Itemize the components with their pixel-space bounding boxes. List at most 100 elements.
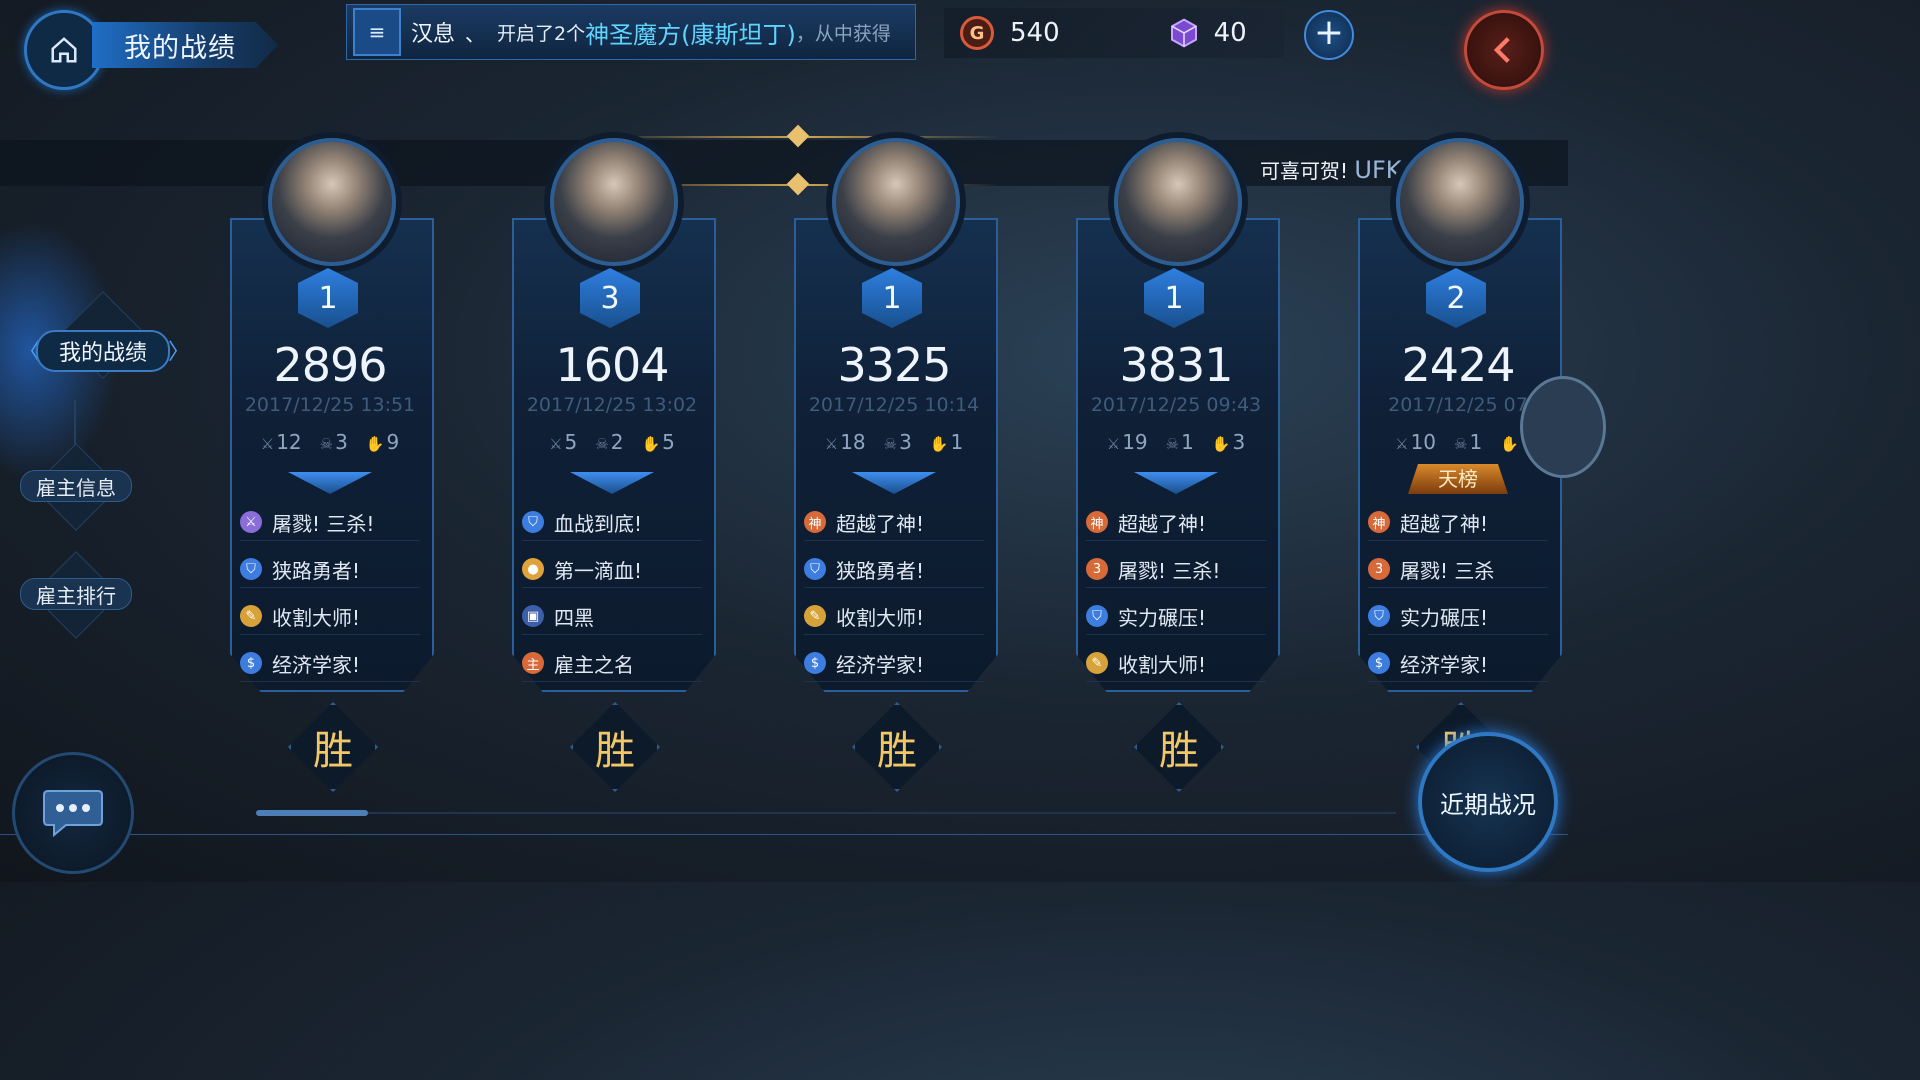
deaths-stat: ☠ 3 [320,430,348,454]
skull-icon: ☠ [595,435,609,453]
achievement-item: 主 雇主之名 [522,645,702,682]
back-arrow-icon [1493,37,1510,63]
add-currency-button[interactable]: + [1304,10,1354,60]
match-result: 胜 [595,728,635,774]
achievement-item: 神 超越了神! [1086,504,1266,541]
hand-icon: ✋ [1211,435,1231,453]
achievement-item: ⛉ 实力碾压! [1368,598,1548,635]
skull-icon: ☠ [1165,435,1180,453]
sword-icon: ⚔ [1395,435,1409,453]
slash-icon: ⚔ [240,511,262,533]
skull-icon: ☠ [883,435,898,453]
achievement-item: ⛉ 狭路勇者! [804,551,984,588]
sword-icon: ⚔ [260,435,275,453]
gem-cube-icon [1170,18,1197,48]
match-result: 胜 [877,728,917,774]
match-rank: 2 [1446,280,1466,316]
achievement-item: $ 经济学家! [240,645,420,682]
achievement-label: 屠戮! 三杀! [1118,558,1221,583]
achievement-label: 经济学家! [1400,652,1489,677]
shield-icon: ⛉ [240,558,262,580]
triple-icon: 3 [1086,558,1108,580]
achievement-item: 3 屠戮! 三杀! [1086,551,1266,588]
match-result-badge: 胜 [1134,702,1224,792]
achievement-item: $ 经济学家! [804,645,984,682]
sidebar-item-employer-info[interactable]: 雇主信息 [20,470,132,502]
kda-row: ⚔ 5 ☠ 2 ✋ 5 [512,430,712,454]
hero-avatar [550,138,678,266]
deaths-stat: ☠ 1 [1166,430,1194,454]
achievement-item: ✎ 收割大师! [1086,645,1266,682]
achievement-label: 经济学家! [836,652,925,677]
kills-stat: ⚔ 5 [549,430,577,454]
match-card[interactable]: 1 3831 2017/12/25 09:43 ⚔ 19 ☠ 1 ✋ 3 神 超越了神! … [1076,128,1280,798]
chat-button[interactable] [12,752,134,874]
match-score: 2896 [273,338,387,392]
achievement-item: ⛉ 狭路勇者! [240,551,420,588]
side-menu-handle[interactable] [1520,376,1606,478]
hand-icon: ✋ [641,435,661,453]
achievement-label: 经济学家! [272,652,361,677]
gold-coin-icon: G [960,16,994,50]
shield-icon: ⛉ [1086,605,1108,627]
shield-icon: ⛉ [1368,605,1390,627]
ticker-message-suffix: ，从中获得 [795,22,891,45]
page-title: 我的战绩 [124,32,236,64]
achievement-label: 超越了神! [1400,511,1489,536]
back-button[interactable] [1464,10,1544,90]
achievement-label: 雇主之名 [554,652,634,677]
match-card[interactable]: 1 2896 2017/12/25 13:51 ⚔ 12 ☠ 3 ✋ 9 ⚔ 屠戮! 三杀… [230,128,434,798]
hero-avatar [1114,138,1242,266]
kills-stat: ⚔ 10 [1395,430,1436,454]
skull-icon: ☠ [319,435,334,453]
achievement-item: ▣ 四黑 [522,598,702,635]
ticker-message-prefix: 开启了2个 [497,22,586,45]
deaths-stat: ☠ 1 [1454,430,1482,454]
match-rank: 1 [882,280,902,316]
kills-stat: ⚔ 19 [1107,430,1148,454]
achievement-label: 狭路勇者! [272,558,361,583]
achievement-label: 四黑 [554,605,594,630]
match-result: 胜 [1159,728,1199,774]
hero-avatar [1396,138,1524,266]
match-rank: 1 [1164,280,1184,316]
assists-stat: ✋ [1500,430,1521,454]
achievement-label: 屠戮! 三杀! [272,511,375,536]
triple-icon: 3 [1368,558,1390,580]
achievement-item: ⛉ 实力碾压! [1086,598,1266,635]
match-date: 2017/12/25 09:43 [1090,394,1262,416]
shield-icon: ⛉ [522,511,544,533]
match-score: 2424 [1401,338,1515,392]
assists-value: 5 [662,430,675,454]
scroll-thumb[interactable] [256,810,368,816]
match-card[interactable]: 3 1604 2017/12/25 13:02 ⚔ 5 ☠ 2 ✋ 5 ⛉ 血战到底! ●… [512,128,716,798]
achievement-label: 屠戮! 三杀 [1400,558,1495,583]
achievement-item: $ 经济学家! [1368,645,1548,682]
match-result-badge: 胜 [570,702,660,792]
recent-matches-button[interactable]: 近期战况 [1418,732,1558,872]
deaths-stat: ☠ 2 [595,430,623,454]
deaths-value: 2 [610,430,624,454]
match-result-badge: 胜 [288,702,378,792]
match-card[interactable]: 1 3325 2017/12/25 10:14 ⚔ 18 ☠ 3 ✋ 1 神 超越了神! … [794,128,998,798]
scroll-track[interactable] [256,812,1396,814]
kills-stat: ⚔ 18 [825,430,866,454]
god-icon: 神 [1086,511,1108,533]
page-title-plate: 我的战绩 [92,22,278,68]
match-card[interactable]: 2 2424 2017/12/25 07 ⚔ 10 ☠ 1 ✋ 天榜 神 超越了神! 3… [1358,128,1562,798]
achievement-label: 实力碾压! [1118,605,1207,630]
sidebar-item-my-records[interactable]: 我的战绩 [36,330,170,372]
rank-tag: 天榜 [1408,464,1508,494]
sidebar-item-employer-ranking[interactable]: 雇主排行 [20,578,132,610]
drop-icon: ● [522,558,544,580]
assists-value: 9 [386,430,400,454]
match-date: 2017/12/25 13:51 [244,394,416,416]
achievement-label: 收割大师! [1118,652,1207,677]
ticker-player: 汉息 [411,22,456,47]
kills-value: 5 [564,430,578,454]
achievement-label: 第一滴血! [554,558,643,583]
match-date: 2017/12/25 10:14 [808,394,980,416]
home-icon [51,37,77,63]
square-icon: ▣ [522,605,544,627]
nav-right-chevron-icon[interactable]: 〉 [168,334,190,366]
